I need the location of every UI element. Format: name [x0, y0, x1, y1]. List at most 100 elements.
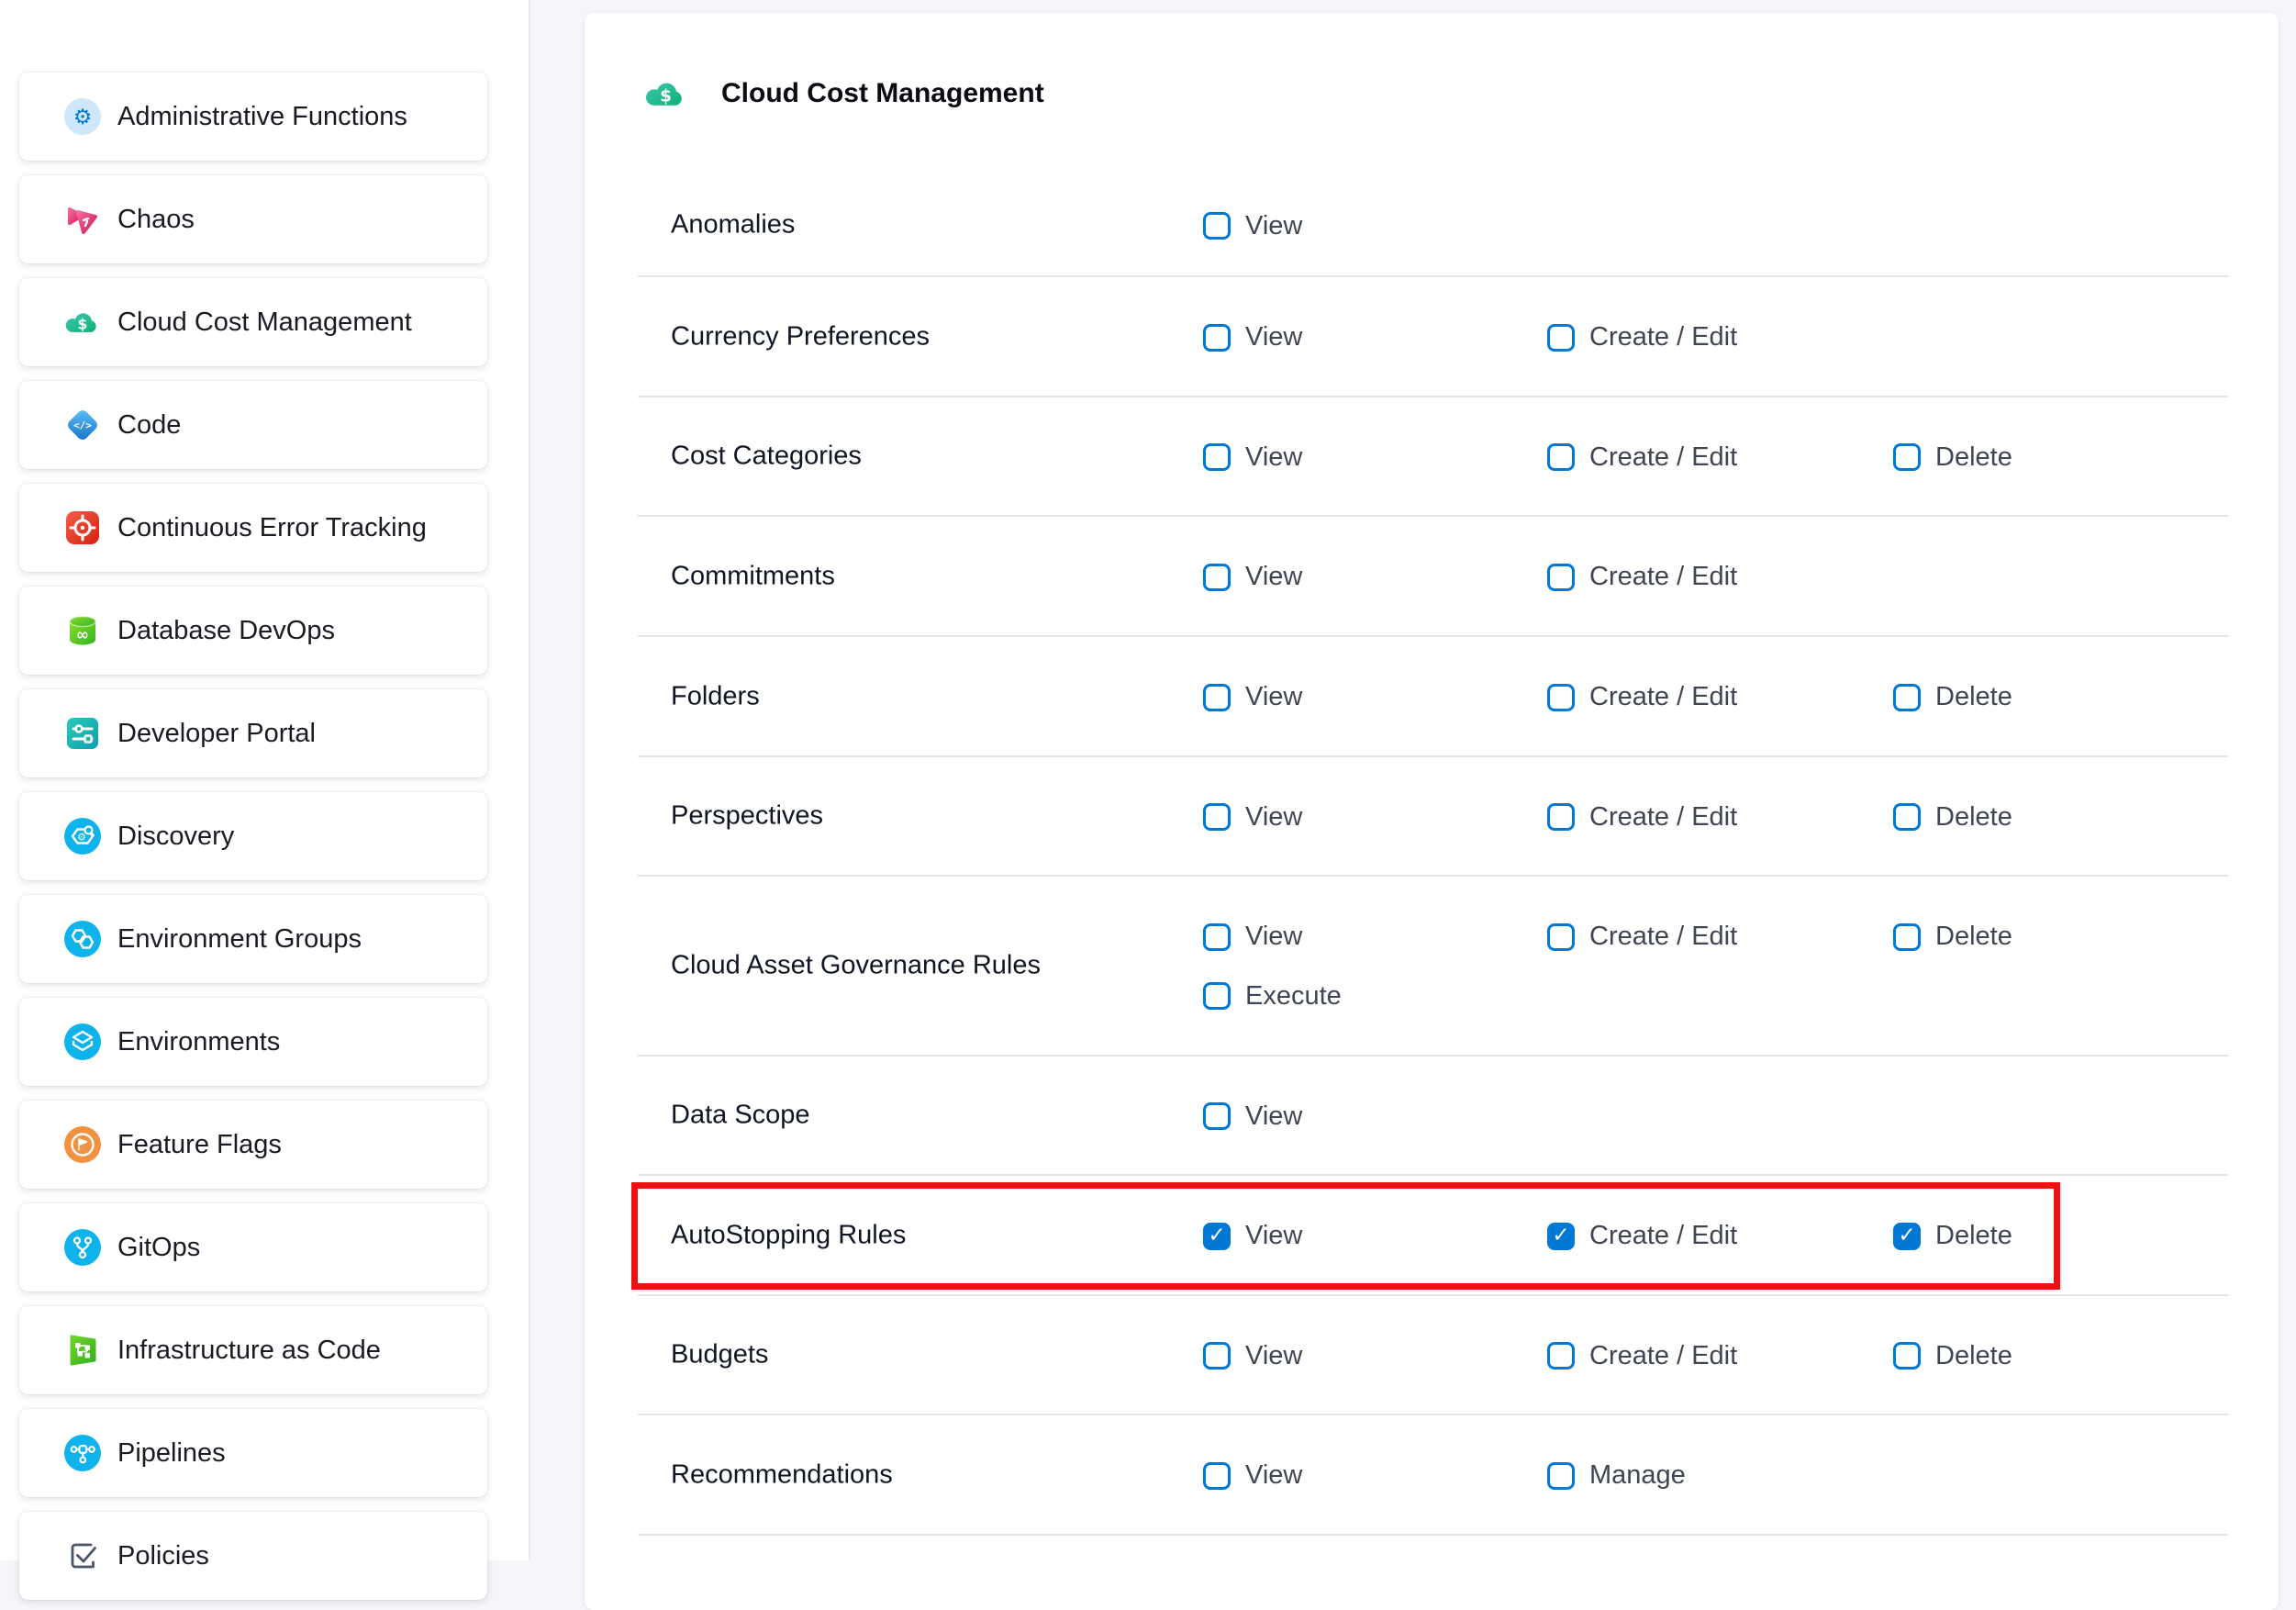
feature-flags-icon: [64, 1126, 101, 1163]
permission-perspectives-view: View: [1203, 803, 1302, 831]
checkbox-create-edit[interactable]: [1547, 324, 1575, 352]
checkbox-create-edit[interactable]: [1547, 443, 1575, 471]
checkbox-delete[interactable]: [1893, 684, 1921, 711]
policies-icon: [64, 1537, 101, 1574]
permission-label: Create / Edit: [1589, 682, 1737, 712]
permission-autostopping-rules-create-edit: Create / Edit: [1547, 1223, 1737, 1250]
sidebar-item-database-devops[interactable]: ∞ Database DevOps: [19, 587, 487, 675]
checkbox-view[interactable]: [1203, 212, 1231, 240]
checkbox-view[interactable]: [1203, 803, 1231, 831]
sidebar-item-environment-groups[interactable]: Environment Groups: [19, 895, 487, 983]
permission-recommendations-manage: Manage: [1547, 1462, 1686, 1490]
sidebar-item-policies[interactable]: Policies: [19, 1512, 487, 1600]
checkbox-execute[interactable]: [1203, 982, 1231, 1010]
checkbox-view[interactable]: [1203, 1223, 1231, 1250]
sidebar-item-feature-flags[interactable]: Feature Flags: [19, 1101, 487, 1189]
checkbox-manage[interactable]: [1547, 1462, 1575, 1490]
checkbox-delete[interactable]: [1893, 1342, 1921, 1370]
checkbox-view[interactable]: [1203, 1342, 1231, 1370]
permission-label: Manage: [1589, 1460, 1686, 1491]
checkbox-view[interactable]: [1203, 324, 1231, 352]
permission-perspectives-create-edit: Create / Edit: [1547, 803, 1737, 831]
sidebar-item-continuous-error-tracking[interactable]: Continuous Error Tracking: [19, 484, 487, 572]
sidebar-item-code[interactable]: </> Code: [19, 381, 487, 469]
resource-label: Currency Preferences: [671, 321, 930, 352]
permission-folders-create-edit: Create / Edit: [1547, 684, 1737, 711]
sidebar-item-environments[interactable]: Environments: [19, 998, 487, 1086]
checkbox-delete[interactable]: [1893, 1223, 1921, 1250]
checkbox-view[interactable]: [1203, 1102, 1231, 1130]
permission-row-data-scope: Data Scope View: [638, 1057, 2228, 1176]
permission-folders-delete: Delete: [1893, 684, 2012, 711]
sidebar-item-pipelines[interactable]: Pipelines: [19, 1409, 487, 1497]
sidebar-item-cloud-cost-management[interactable]: $ Cloud Cost Management: [19, 278, 487, 366]
resource-label: Perspectives: [671, 801, 823, 832]
sidebar-item-administrative-functions[interactable]: ⚙ Administrative Functions: [19, 73, 487, 161]
sidebar-item-label: GitOps: [117, 1233, 200, 1263]
sidebar-item-infrastructure-as-code[interactable]: Infrastructure as Code: [19, 1306, 487, 1394]
checkbox-view[interactable]: [1203, 443, 1231, 471]
checkbox-create-edit[interactable]: [1547, 1223, 1575, 1250]
permission-cloud-asset-governance-rules-view: View: [1203, 923, 1302, 951]
permission-row-currency-preferences: Currency Preferences View Create / Edit: [638, 277, 2228, 397]
permission-data-scope-view: View: [1203, 1102, 1302, 1130]
permission-label: Create / Edit: [1589, 322, 1737, 352]
checkbox-create-edit[interactable]: [1547, 564, 1575, 591]
permission-row-commitments: Commitments ViewCreate / Edit: [638, 517, 2228, 637]
permission-row-budgets: Budgets ViewCreate / EditDelete: [638, 1296, 2228, 1415]
permission-commitments-create-edit: Create / Edit: [1547, 564, 1737, 591]
permission-label: Create / Edit: [1589, 922, 1737, 952]
permission-budgets-delete: Delete: [1893, 1342, 2012, 1370]
permission-label: Create / Edit: [1589, 562, 1737, 592]
permission-budgets-view: View: [1203, 1342, 1302, 1370]
permission-label: View: [1245, 922, 1302, 952]
sidebar-item-chaos[interactable]: Chaos: [19, 175, 487, 263]
permission-label: Delete: [1935, 1221, 2012, 1251]
permission-row-anomalies: Anomalies View: [638, 174, 2228, 277]
checkbox-delete[interactable]: [1893, 923, 1921, 951]
permission-label: View: [1245, 442, 1302, 473]
checkbox-create-edit[interactable]: [1547, 684, 1575, 711]
resource-label: Data Scope: [671, 1101, 810, 1131]
svg-text:$: $: [660, 87, 672, 106]
checkbox-delete[interactable]: [1893, 803, 1921, 831]
permission-row-autostopping-rules: AutoStopping Rules ViewCreate / EditDele…: [638, 1176, 2228, 1296]
permission-perspectives-delete: Delete: [1893, 803, 2012, 831]
permission-label: Create / Edit: [1589, 1221, 1737, 1251]
permission-label: View: [1245, 322, 1302, 352]
checkbox-view[interactable]: [1203, 923, 1231, 951]
permission-label: View: [1245, 802, 1302, 833]
sidebar-item-label: Infrastructure as Code: [117, 1336, 381, 1366]
sidebar-item-label: Pipelines: [117, 1438, 226, 1469]
permission-label: View: [1245, 682, 1302, 712]
sidebar-item-developer-portal[interactable]: Developer Portal: [19, 689, 487, 777]
checkbox-create-edit[interactable]: [1547, 1342, 1575, 1370]
checkbox-view[interactable]: [1203, 684, 1231, 711]
resource-label: Budgets: [671, 1340, 768, 1370]
checkbox-view[interactable]: [1203, 564, 1231, 591]
checkbox-view[interactable]: [1203, 1462, 1231, 1490]
permission-label: Delete: [1935, 802, 2012, 833]
permission-cost-categories-view: View: [1203, 443, 1302, 471]
resource-label: Cost Categories: [671, 442, 862, 472]
checkbox-create-edit[interactable]: [1547, 803, 1575, 831]
sidebar-item-gitops[interactable]: GitOps: [19, 1203, 487, 1291]
gitops-icon: [64, 1229, 101, 1266]
checkbox-create-edit[interactable]: [1547, 923, 1575, 951]
permission-cloud-asset-governance-rules-execute: Execute: [1203, 982, 1342, 1010]
environment-groups-icon: [64, 921, 101, 957]
database-devops-icon: ∞: [64, 612, 101, 649]
permission-label: Delete: [1935, 442, 2012, 473]
permission-currency-preferences-create-edit: Create / Edit: [1547, 324, 1737, 352]
permission-folders-view: View: [1203, 684, 1302, 711]
permission-label: Execute: [1245, 981, 1342, 1012]
sidebar-item-label: Feature Flags: [117, 1130, 282, 1160]
permission-autostopping-rules-delete: Delete: [1893, 1223, 2012, 1250]
code-icon: </>: [64, 407, 101, 443]
sidebar-item-discovery[interactable]: ⚙ Discovery: [19, 792, 487, 880]
permission-currency-preferences-view: View: [1203, 324, 1302, 352]
infrastructure-as-code-icon: [64, 1332, 101, 1369]
checkbox-delete[interactable]: [1893, 443, 1921, 471]
sidebar-item-label: Continuous Error Tracking: [117, 513, 427, 543]
sidebar-item-label: Chaos: [117, 205, 195, 235]
